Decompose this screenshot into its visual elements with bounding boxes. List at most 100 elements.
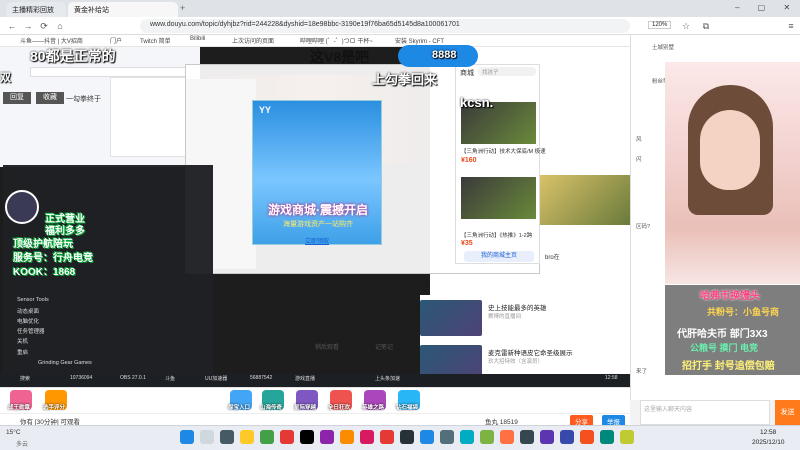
mall-home-button[interactable]: 我的商城主页 [464,251,534,262]
clock-date[interactable]: 2025/12/10 [752,439,785,446]
promo-avatar [5,190,39,224]
product-thumbnail[interactable] [461,177,536,219]
app-icon[interactable] [420,430,434,444]
remote-taskbar-item[interactable]: 搜索 [20,375,30,382]
product-title[interactable]: 【三角洲行动】《热推》1-2跨 [461,231,532,239]
app-icon[interactable] [440,430,454,444]
bookmark-item[interactable]: Bilibili [190,36,205,42]
score-text: 8888 [432,49,457,61]
start-menu-item[interactable]: 电脑优化 [17,317,39,325]
clock-time[interactable]: 12:58 [760,429,776,436]
tab-active[interactable]: 黄金补给站 [68,2,178,17]
zoom-level[interactable]: 120% [648,21,672,29]
right-panel-list: 土城别墅 粉丝等级 风 闪 区码? 来了 [632,37,674,397]
steam-icon[interactable] [400,430,414,444]
right-panel-row[interactable]: 土城别墅 [652,43,674,51]
forward-icon[interactable]: → [22,20,34,32]
bookmark-item[interactable]: 哔哩哔哩 (゜-゜)つロ 干杯~ [300,36,373,45]
recommend-thumbnail[interactable] [420,300,482,336]
app-icon[interactable] [540,430,554,444]
chrome-icon[interactable] [280,430,294,444]
right-panel-row[interactable]: 区码? [636,222,650,230]
bookmark-star-icon[interactable]: ☆ [680,20,692,32]
gift-label: 选手评分 [43,405,66,411]
remote-search-input[interactable] [30,67,190,77]
popup-claim-link[interactable]: 立即领取 [305,236,329,245]
danmaku-message: kcsn. [460,95,494,110]
start-menu-item[interactable]: Sensor Tools [17,297,49,303]
tab-label: 主播精彩回放 [12,7,54,14]
recommend-title[interactable]: 麦克雷新种语皮它命圣级展示 [488,347,623,357]
chat-input[interactable]: 这里输入聊天内容 [640,400,770,425]
reload-icon[interactable]: ⟳ [38,20,50,32]
send-button[interactable]: 发送 [775,400,800,425]
recommend-title[interactable]: 史上技能最多的英雄 [488,302,623,312]
remote-taskbar-item[interactable]: 上头条加速 [375,375,400,382]
right-panel-row[interactable]: 闪 [636,155,642,163]
tiktok-icon[interactable] [300,430,314,444]
tab-replay[interactable]: 主播精彩回放 [6,2,66,17]
bookmark-item[interactable]: Twitch 简单 [140,36,171,45]
home-icon[interactable]: ⌂ [54,20,66,32]
bookmark-item[interactable]: 上次访问的页面 [232,36,274,45]
start-menu-item[interactable]: 任务管理器 [17,327,45,335]
new-tab-button[interactable]: + [180,3,185,13]
app-icon[interactable] [520,430,534,444]
bookmark-item[interactable]: 安装 Skyrim - CFT [395,36,444,45]
panel-search-input[interactable]: 找孩子 [478,67,536,76]
menu-icon[interactable]: ≡ [785,20,797,32]
start-menu-item[interactable]: 动态桌面 [17,307,39,315]
remote-taskbar-item[interactable]: 56887542 [250,375,272,381]
address-bar-row: ← → ⟳ ⌂ www.douyu.com/topic/dyhjbz?rid=2… [0,17,800,35]
remote-chat-list [110,77,195,157]
gift-label: 探宝入口 [228,405,251,411]
notes-button[interactable]: 记笔记 [375,342,393,351]
app-icon[interactable] [580,430,594,444]
remote-taskbar-item[interactable]: 10736094 [70,375,92,381]
task-view-icon[interactable] [220,430,234,444]
app-icon[interactable] [380,430,394,444]
app-icon[interactable] [560,430,574,444]
app-icon[interactable] [480,430,494,444]
chat-snippet: bro在 [545,255,560,261]
desktop: { "browser": { "tabs": [ {"label": "主播精彩… [0,0,800,450]
power-shutdown[interactable]: 关机 [17,337,28,345]
right-panel-row[interactable]: 来了 [636,367,647,375]
reply-button[interactable]: 回复 [3,92,31,104]
popup-title: 游戏商城·震撼开启 [268,203,368,217]
app-icon[interactable] [620,430,634,444]
app-icon[interactable] [500,430,514,444]
app-icon[interactable] [340,430,354,444]
app-icon[interactable] [320,430,334,444]
extensions-icon[interactable]: ⧉ [700,20,712,32]
start-menu-app[interactable]: Grinding Gear Games [38,360,92,366]
remote-taskbar-item[interactable]: 斗鱼 [165,375,175,382]
start-icon[interactable] [180,430,194,444]
bookmark-item[interactable]: 斗鱼——抖音 | 大V招商 [20,36,83,45]
promo-line: 服务号：行舟电竞 [13,253,93,264]
back-icon[interactable]: ← [6,20,18,32]
app-icon[interactable] [600,430,614,444]
window-controls[interactable]: ‒ ▢ ✕ [735,3,798,12]
mall-popup[interactable]: YY 游戏商城·震撼开启 海量游戏资产一站购齐 [252,100,382,245]
right-panel-row[interactable]: 风 [636,135,642,143]
search-icon[interactable] [200,430,214,444]
power-restart[interactable]: 重启 [17,348,28,356]
product-title[interactable]: 【三角洲行动】技术大保底/M 极速 [461,147,546,155]
netease-icon[interactable] [360,430,374,444]
remote-taskbar: 搜索 10736094 OBS 27.0.1 斗鱼 UU加速器 56887542… [0,374,630,387]
url-field[interactable]: www.douyu.com/topic/dyhjbz?rid=244228&dy… [140,19,630,33]
watch-later-button[interactable]: 稍后观看 [315,342,339,351]
gift-label: 钻石福袋 [396,405,419,411]
app-icon[interactable] [460,430,474,444]
folder-icon[interactable] [240,430,254,444]
remote-taskbar-item[interactable]: UU加速器 [205,375,227,382]
app-icon[interactable] [260,430,274,444]
bookmark-item[interactable]: 门户 [110,36,122,45]
remote-taskbar-item[interactable]: 游戏直播 [295,375,315,382]
weather-temp[interactable]: 15°C [6,429,21,436]
remote-taskbar-item[interactable]: OBS 27.0.1 [120,375,146,381]
overlay-subtitle: 共粉号：小鱼号商 [707,307,780,317]
webcam-thumbnail [540,175,630,225]
collect-button[interactable]: 收藏 [36,92,64,104]
